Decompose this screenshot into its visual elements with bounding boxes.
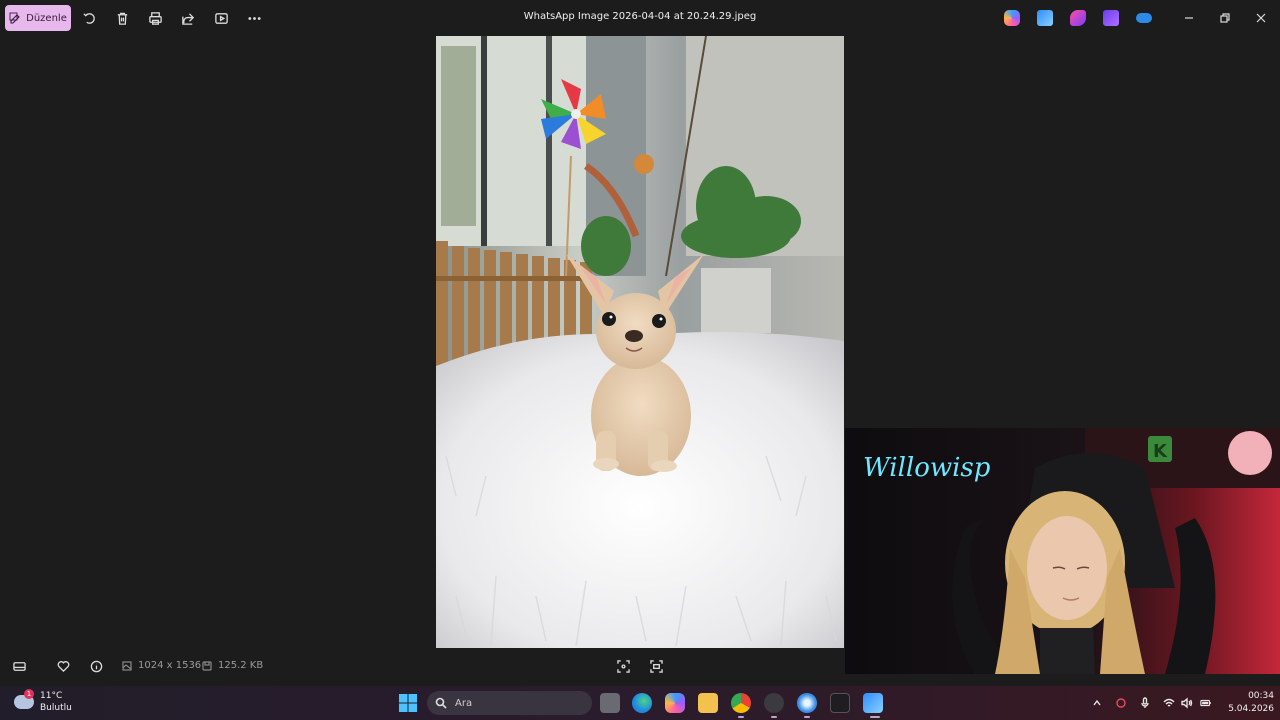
copilot-taskbar-icon[interactable]: [665, 693, 685, 713]
chat-app-icon[interactable]: [797, 693, 817, 713]
windows-taskbar: 1 11°C Bulutlu Ara 00:34 5.04.2026: [0, 686, 1280, 720]
file-size-label: 125.2 KB: [218, 660, 264, 671]
file-size-icon: [202, 660, 212, 671]
photo-viewer-image[interactable]: [436, 36, 844, 648]
photos-running-indicator: [870, 716, 880, 718]
webcam-overlay: K Willowisp: [845, 428, 1280, 674]
file-explorer-icon[interactable]: [698, 693, 718, 713]
fit-to-window-icon[interactable]: [615, 658, 631, 674]
weather-badge: 1: [24, 689, 34, 699]
task-view-icon[interactable]: [600, 693, 620, 713]
weather-desc: Bulutlu: [40, 703, 72, 713]
windows-logo-icon: [399, 694, 417, 712]
photos-icon[interactable]: [1037, 10, 1053, 26]
delete-icon[interactable]: [113, 9, 131, 27]
slideshow-icon[interactable]: [212, 9, 230, 27]
clipchamp-icon[interactable]: [1103, 10, 1119, 26]
visual-search-icon[interactable]: [648, 658, 664, 674]
clock-time: 00:34: [1248, 691, 1274, 701]
chevron-up-icon[interactable]: [1090, 696, 1104, 710]
search-placeholder: Ara: [455, 697, 473, 709]
edit-button[interactable]: Düzenle: [5, 5, 71, 31]
photos-taskbar-icon[interactable]: [863, 693, 883, 713]
battery-icon[interactable]: [1199, 696, 1213, 710]
edge-icon[interactable]: [632, 693, 652, 713]
chat-app-running-indicator: [804, 716, 810, 718]
neon-sign: Willowisp: [863, 453, 991, 483]
chrome-icon[interactable]: [731, 693, 751, 713]
system-clock[interactable]: 00:34 5.04.2026: [1220, 690, 1274, 716]
search-icon: [435, 697, 447, 709]
copilot-icon[interactable]: [1004, 10, 1020, 26]
window-title: WhatsApp Image 2026-04-04 at 20.24.29.jp…: [523, 11, 757, 22]
streamer-webcam-feed: K Willowisp: [845, 428, 1280, 674]
edit-label: Düzenle: [26, 12, 67, 24]
weather-widget[interactable]: 1 11°C Bulutlu: [14, 689, 72, 714]
designer-icon[interactable]: [1070, 10, 1086, 26]
edit-icon: [9, 12, 20, 24]
chihuahua-puppy-photo: [436, 36, 844, 648]
chrome-running-indicator: [738, 716, 744, 718]
more-icon[interactable]: [245, 9, 263, 27]
wifi-icon[interactable]: [1162, 696, 1176, 710]
filmstrip-icon[interactable]: [11, 658, 27, 674]
title-bar: Düzenle WhatsApp Image 2026-04-04 at 20.…: [0, 0, 1280, 36]
badge-letter: K: [1153, 441, 1168, 462]
favorite-icon[interactable]: [55, 658, 71, 674]
restore-icon[interactable]: [1217, 10, 1233, 26]
file-size: 125.2 KB: [202, 660, 263, 671]
obs-running-indicator: [771, 716, 777, 718]
terminal-icon[interactable]: [830, 693, 850, 713]
obs-icon[interactable]: [764, 693, 784, 713]
print-icon[interactable]: [146, 9, 164, 27]
onedrive-icon[interactable]: [1136, 13, 1152, 23]
dimensions-icon: [122, 660, 132, 671]
clock-date: 5.04.2026: [1228, 704, 1274, 714]
microphone-icon[interactable]: [1138, 696, 1152, 710]
volume-icon[interactable]: [1180, 696, 1194, 710]
share-icon[interactable]: [179, 9, 197, 27]
cloud-icon: 1: [14, 689, 34, 709]
weather-temp: 11°C: [40, 691, 63, 701]
rotate-icon[interactable]: [80, 9, 98, 27]
sync-icon[interactable]: [1114, 696, 1128, 710]
minimize-icon[interactable]: [1181, 10, 1197, 26]
taskbar-search[interactable]: Ara: [427, 691, 592, 715]
close-icon[interactable]: [1253, 10, 1269, 26]
info-icon[interactable]: [88, 658, 104, 674]
dimensions-label: 1024 x 1536: [138, 660, 202, 671]
image-dimensions: 1024 x 1536: [122, 660, 201, 671]
start-button[interactable]: [398, 693, 418, 713]
